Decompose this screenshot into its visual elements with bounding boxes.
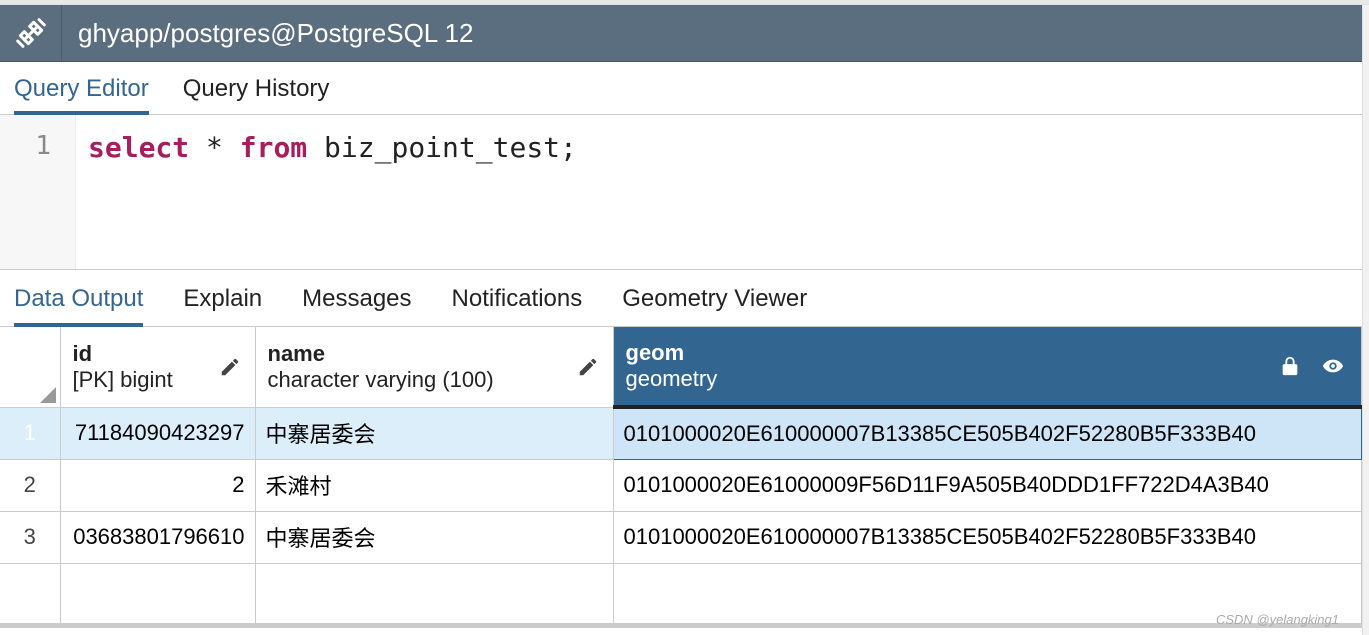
tab-notifications[interactable]: Notifications [452,270,583,327]
row-number[interactable]: 1 [0,407,60,459]
column-name: id [73,341,243,367]
column-type: [PK] bigint [73,367,243,393]
line-number: 1 [0,131,51,161]
result-grid[interactable]: id [PK] bigint name character varying (1… [0,327,1362,624]
tab-messages[interactable]: Messages [302,270,411,327]
column-type: character varying (100) [268,367,601,393]
editor-tabs: Query Editor Query History [0,62,1369,115]
column-header-id[interactable]: id [PK] bigint [60,327,255,407]
cell-geom[interactable]: 0101000020E610000007B13385CE505B402F5228… [613,511,1362,563]
sql-editor[interactable]: 1 select * from biz_point_test; [0,115,1369,270]
grid-corner-cell[interactable] [0,327,60,407]
grid-header-row: id [PK] bigint name character varying (1… [0,327,1362,407]
tab-data-output[interactable]: Data Output [14,270,143,327]
lock-icon [1279,355,1301,377]
cell-id[interactable]: 03683801796610 [60,511,255,563]
table-row[interactable]: 2 2 禾滩村 0101000020E61000009F56D11F9A505B… [0,459,1362,511]
column-type: geometry [626,366,1350,392]
code-area[interactable]: select * from biz_point_test; [76,115,577,269]
sql-keyword: from [240,131,307,164]
cell-id[interactable]: 71184090423297 [60,407,255,459]
watermark: CSDN @yelangking1 [1216,612,1339,627]
table-row[interactable]: 3 03683801796610 中寨居委会 0101000020E610000… [0,511,1362,563]
connection-icon [0,5,62,62]
editor-gutter: 1 [0,115,76,269]
sql-star: * [189,131,240,164]
tab-query-editor[interactable]: Query Editor [14,62,149,115]
cell-id[interactable]: 2 [60,459,255,511]
column-name: geom [626,340,1350,366]
sql-table: biz_point_test [307,131,560,164]
row-number[interactable]: 3 [0,511,60,563]
cell-geom[interactable]: 0101000020E61000009F56D11F9A505B40DDD1FF… [613,459,1362,511]
cell-name[interactable]: 禾滩村 [255,459,613,511]
pencil-icon[interactable] [577,356,599,378]
column-header-geom[interactable]: geom geometry [613,327,1362,407]
tab-explain[interactable]: Explain [183,270,262,327]
pencil-icon[interactable] [219,356,241,378]
tab-query-history[interactable]: Query History [183,62,330,115]
resize-handle[interactable] [0,624,1362,628]
column-name: name [268,341,601,367]
connection-title: ghyapp/postgres@PostgreSQL 12 [62,18,473,49]
eye-icon[interactable] [1319,355,1347,377]
output-tabs: Data Output Explain Messages Notificatio… [0,270,1369,327]
cell-name[interactable]: 中寨居委会 [255,511,613,563]
query-tool-panel: ghyapp/postgres@PostgreSQL 12 Query Edit… [0,5,1369,635]
tab-geometry-viewer[interactable]: Geometry Viewer [622,270,807,327]
cell-geom[interactable]: 0101000020E610000007B13385CE505B402F5228… [613,407,1362,459]
title-bar: ghyapp/postgres@PostgreSQL 12 [0,5,1369,62]
cell-name[interactable]: 中寨居委会 [255,407,613,459]
empty-row [0,563,1362,623]
scrollbar-vertical[interactable] [1362,5,1369,635]
row-number[interactable]: 2 [0,459,60,511]
column-header-name[interactable]: name character varying (100) [255,327,613,407]
sql-semicolon: ; [560,131,577,164]
select-all-triangle-icon[interactable] [40,387,56,403]
sql-keyword: select [88,131,189,164]
table-row[interactable]: 1 71184090423297 中寨居委会 0101000020E610000… [0,407,1362,459]
